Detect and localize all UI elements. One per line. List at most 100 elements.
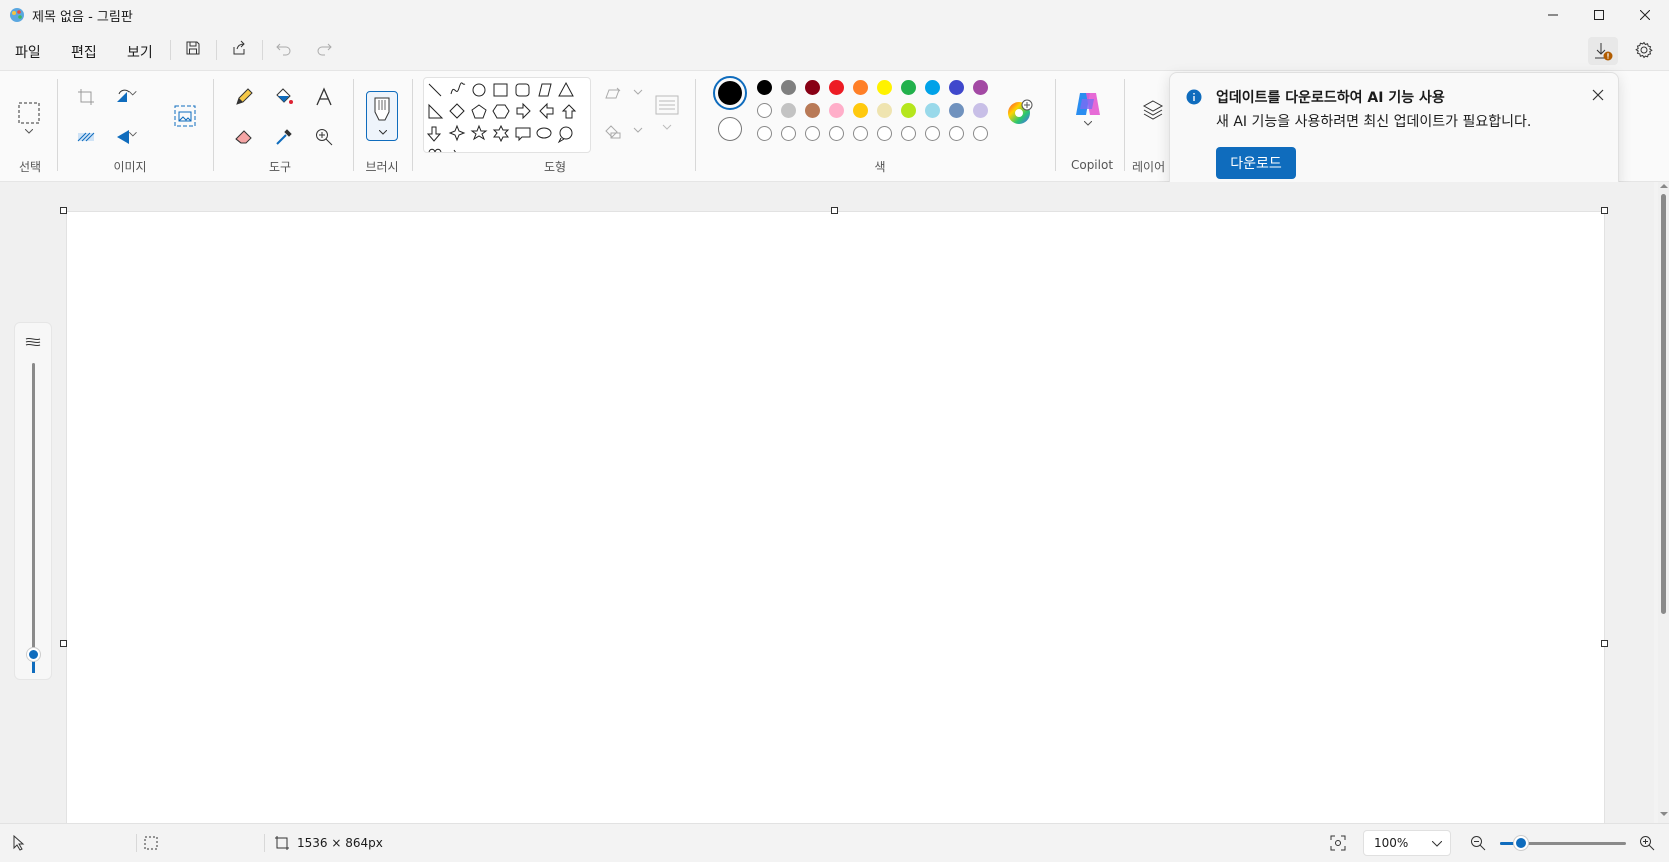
custom-color-slot-10[interactable]: [973, 126, 988, 141]
fit-to-window-icon[interactable]: [1330, 835, 1346, 851]
custom-color-slot-4[interactable]: [829, 126, 844, 141]
fill-shape-button[interactable]: [604, 123, 644, 139]
download-update-button[interactable]: [1588, 37, 1618, 65]
close-icon[interactable]: [1592, 89, 1604, 101]
palette-color-row2-6[interactable]: [877, 103, 892, 118]
palette-color-row1-2[interactable]: [781, 80, 796, 95]
resize-button[interactable]: [70, 121, 102, 153]
oval-shape-icon: [472, 83, 486, 97]
zoom-slider-thumb[interactable]: [1514, 836, 1529, 850]
shapes-gallery[interactable]: [423, 77, 591, 153]
brush-size-track[interactable]: [32, 363, 35, 663]
palette-color-row2-8[interactable]: [925, 103, 940, 118]
layers-button[interactable]: [1142, 99, 1164, 121]
palette-color-row2-5[interactable]: [853, 103, 868, 118]
flip-button[interactable]: [112, 121, 144, 153]
drawing-canvas[interactable]: [67, 212, 1604, 823]
brush-size-thumb[interactable]: [27, 648, 40, 661]
status-divider: [136, 834, 137, 852]
secondary-color-button[interactable]: [718, 117, 742, 141]
scroll-up-arrow-icon[interactable]: [1660, 182, 1668, 190]
custom-color-slot-7[interactable]: [901, 126, 916, 141]
text-button[interactable]: [308, 81, 340, 113]
brushes-button[interactable]: [366, 91, 398, 141]
palette-color-row2-1[interactable]: [757, 103, 772, 118]
primary-color-button[interactable]: [713, 76, 747, 110]
custom-color-slot-5[interactable]: [853, 126, 868, 141]
scrollbar-thumb[interactable]: [1661, 194, 1666, 614]
menu-view[interactable]: 보기: [127, 42, 153, 62]
palette-color-row2-3[interactable]: [805, 103, 820, 118]
settings-gear-icon[interactable]: [1635, 41, 1653, 59]
vertical-scrollbar[interactable]: [1658, 182, 1669, 823]
palette-color-row1-4[interactable]: [829, 80, 844, 95]
resize-handle-top-right[interactable]: [1601, 207, 1608, 214]
scroll-down-arrow-icon[interactable]: [1660, 810, 1668, 818]
zoom-select[interactable]: 100%: [1363, 830, 1451, 856]
minimize-button[interactable]: [1530, 0, 1576, 30]
palette-color-row2-9[interactable]: [949, 103, 964, 118]
custom-color-slot-9[interactable]: [949, 126, 964, 141]
eraser-button[interactable]: [228, 121, 260, 153]
menu-file[interactable]: 파일: [15, 42, 41, 62]
resize-handle-top[interactable]: [831, 207, 838, 214]
undo-icon[interactable]: [276, 40, 292, 56]
pencil-button[interactable]: [228, 81, 260, 113]
save-icon[interactable]: [185, 40, 201, 56]
palette-color-row1-1[interactable]: [757, 80, 772, 95]
resize-handle-right[interactable]: [1601, 640, 1608, 647]
palette-color-row1-6[interactable]: [877, 80, 892, 95]
title-bar: 제목 없음 - 그림판: [0, 0, 1669, 30]
fill-button[interactable]: [268, 81, 300, 113]
up-arrow-shape-icon: [561, 104, 577, 119]
image-generator-button[interactable]: [168, 99, 202, 133]
color-picker-button[interactable]: [268, 121, 300, 153]
copilot-button[interactable]: [1074, 91, 1102, 117]
custom-color-slot-2[interactable]: [781, 126, 796, 141]
palette-color-row2-2[interactable]: [781, 103, 796, 118]
magnifier-button[interactable]: [308, 121, 340, 153]
custom-color-slot-1[interactable]: [757, 126, 772, 141]
resize-handle-left[interactable]: [60, 640, 67, 647]
share-icon[interactable]: [231, 40, 247, 56]
lightning-shape-icon: [453, 149, 456, 152]
download-button[interactable]: 다운로드: [1216, 147, 1296, 179]
maximize-button[interactable]: [1576, 0, 1622, 30]
chevron-down-icon[interactable]: [25, 129, 33, 134]
rotate-button[interactable]: [112, 81, 144, 113]
stroke-width-icon: [25, 336, 41, 348]
zoom-slider-track[interactable]: [1500, 836, 1626, 850]
eraser-icon: [235, 130, 252, 144]
text-icon: [316, 87, 332, 106]
chevron-down-icon[interactable]: [1084, 121, 1092, 126]
custom-color-slot-3[interactable]: [805, 126, 820, 141]
palette-color-row1-3[interactable]: [805, 80, 820, 95]
palette-color-row1-9[interactable]: [949, 80, 964, 95]
palette-color-row2-10[interactable]: [973, 103, 988, 118]
palette-color-row2-7[interactable]: [901, 103, 916, 118]
edit-colors-button[interactable]: [1007, 99, 1033, 125]
close-button[interactable]: [1622, 0, 1668, 30]
outline-button[interactable]: [604, 85, 644, 101]
palette-color-row2-4[interactable]: [829, 103, 844, 118]
palette-color-row1-10[interactable]: [973, 80, 988, 95]
palette-color-row1-8[interactable]: [925, 80, 940, 95]
zoom-in-icon[interactable]: [1639, 835, 1655, 851]
shape-size-button[interactable]: [655, 95, 679, 135]
crop-button[interactable]: [70, 81, 102, 113]
line-shape-icon: [428, 83, 442, 97]
custom-color-slot-8[interactable]: [925, 126, 940, 141]
crop-icon: [78, 89, 94, 105]
right-triangle-shape-icon: [428, 103, 444, 119]
resize-handle-top-left[interactable]: [60, 207, 67, 214]
redo-icon[interactable]: [316, 40, 332, 56]
shape-outline-icon: [605, 87, 643, 99]
select-tool-button[interactable]: [12, 93, 46, 133]
menu-divider: [170, 40, 171, 60]
menu-edit[interactable]: 편집: [71, 42, 97, 62]
zoom-out-icon[interactable]: [1470, 835, 1486, 851]
custom-color-slot-6[interactable]: [877, 126, 892, 141]
status-divider: [264, 834, 265, 852]
palette-color-row1-7[interactable]: [901, 80, 916, 95]
palette-color-row1-5[interactable]: [853, 80, 868, 95]
